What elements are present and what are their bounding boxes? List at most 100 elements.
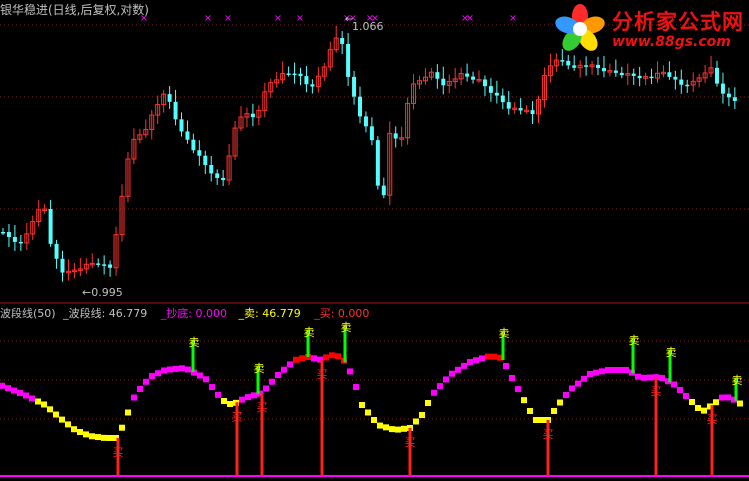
- wave-point: [239, 396, 245, 403]
- candle-body: [54, 243, 59, 259]
- wave-point: [521, 397, 527, 404]
- signal-x-icon: ×: [224, 13, 232, 24]
- candle-body: [435, 72, 440, 79]
- chart-canvas[interactable]: × × × × × ×× ×× ×× ×← 买买买买买买买买卖卖卖卖卖卖卖卖: [0, 0, 749, 481]
- candle-body: [209, 165, 214, 174]
- wave-point: [725, 394, 731, 401]
- wave-point: [107, 435, 113, 441]
- wave-point: [125, 409, 131, 416]
- candle-body: [518, 108, 523, 111]
- wave-point: [161, 367, 167, 374]
- legend-name: 波段线(50): [0, 307, 56, 320]
- candle-body: [566, 60, 571, 66]
- price-low-label: ←0.995: [82, 286, 123, 299]
- wave-point: [581, 375, 587, 382]
- candle-body: [667, 72, 672, 77]
- price-high-label: 1.066: [352, 20, 384, 33]
- wave-point: [59, 416, 65, 423]
- wave-point: [275, 372, 281, 378]
- sell-signal-label: 卖: [629, 334, 640, 347]
- wave-point: [647, 374, 653, 381]
- candle-body: [298, 73, 303, 77]
- sell-signal-label: 卖: [189, 336, 200, 349]
- wave-point: [47, 406, 53, 413]
- candle-body: [375, 140, 380, 186]
- legend-buy: _买: 0.000: [314, 307, 370, 320]
- wave-point: [0, 382, 5, 389]
- candle-body: [488, 86, 493, 93]
- wave-point: [737, 400, 743, 407]
- wave-point: [53, 411, 59, 418]
- trade-signals: 买买买买买买买买卖卖卖卖卖卖卖卖: [113, 321, 743, 476]
- candle-body: [381, 185, 386, 196]
- wave-point: [29, 395, 35, 402]
- indicator-legend: 波段线(50) _波段线: 46.779 _抄底: 0.000 _卖: 46.7…: [0, 305, 369, 321]
- buy-signal-label: 买: [707, 413, 718, 426]
- wave-point: [143, 378, 149, 385]
- wave-point: [377, 422, 383, 429]
- wave-point: [533, 417, 539, 423]
- candle-body: [631, 73, 636, 76]
- candle-body: [292, 73, 297, 76]
- candle-body: [203, 155, 208, 166]
- wave-point: [599, 368, 605, 375]
- wave-point: [443, 376, 449, 383]
- candle-body: [1, 232, 5, 234]
- candle-body: [560, 60, 565, 62]
- signal-x-icon: ×: [274, 13, 282, 24]
- candle-body: [185, 131, 190, 140]
- wave-point: [101, 434, 107, 441]
- wave-point: [35, 398, 41, 405]
- candle-body: [506, 102, 511, 109]
- wave-point: [311, 355, 317, 362]
- signal-x-icon: ×: [466, 13, 474, 24]
- wave-point: [683, 393, 689, 399]
- wave-point: [179, 365, 185, 372]
- sell-signal-label: 卖: [499, 327, 510, 340]
- wave-point: [215, 391, 221, 398]
- legend-sell: _卖: 46.779: [238, 307, 301, 320]
- buy-signal-label: 买: [543, 428, 554, 441]
- wave-point: [269, 378, 275, 385]
- candle-body: [601, 68, 606, 72]
- candle-body: [369, 126, 374, 141]
- buy-signal-label: 买: [405, 436, 416, 449]
- legend-wave: _波段线: 46.779: [63, 307, 148, 320]
- wave-point: [359, 402, 365, 408]
- candle-body: [720, 83, 725, 94]
- candle-body: [673, 76, 678, 80]
- candle-body: [96, 263, 101, 265]
- candle-body: [465, 73, 470, 77]
- candle-body: [179, 119, 184, 132]
- wave-point: [65, 421, 71, 428]
- wave-point: [605, 367, 611, 373]
- wave-point: [197, 372, 203, 379]
- candle-body: [352, 76, 357, 97]
- candle-body: [732, 97, 737, 101]
- wave-point: [347, 368, 353, 375]
- candle-body: [12, 237, 17, 242]
- candle-body: [596, 64, 600, 69]
- wave-point: [641, 374, 647, 381]
- wave-point: [245, 394, 251, 401]
- wave-point: [323, 354, 329, 361]
- wave-point: [569, 385, 575, 392]
- candle-body: [715, 67, 719, 84]
- candle-body: [221, 177, 226, 181]
- wave-point: [227, 401, 233, 407]
- wave-point: [251, 392, 257, 399]
- wave-point: [677, 387, 683, 393]
- wave-point: [401, 425, 407, 432]
- buy-signal-label: 买: [257, 401, 268, 414]
- wave-point: [467, 359, 473, 365]
- candle-body: [441, 78, 446, 86]
- wave-point: [557, 399, 563, 406]
- wave-point: [587, 371, 593, 377]
- candle-body: [191, 139, 196, 151]
- candle-body: [48, 209, 53, 244]
- candle-body: [572, 65, 577, 68]
- wave-point: [611, 367, 617, 373]
- candle-body: [310, 84, 315, 87]
- candle-body: [500, 95, 505, 103]
- candle-body: [167, 94, 172, 102]
